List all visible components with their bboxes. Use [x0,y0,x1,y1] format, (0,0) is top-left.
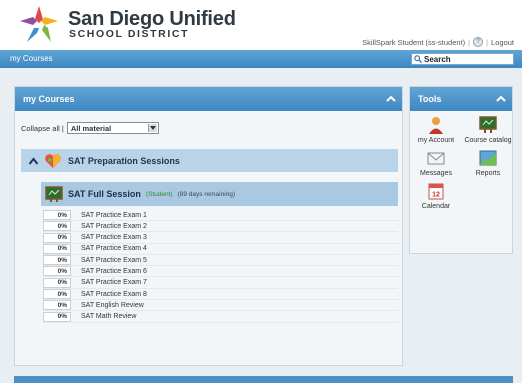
tool-label: Calendar [421,203,451,210]
progress-percent: 0% [43,210,71,220]
footer-bar [14,376,513,383]
item-name[interactable]: SAT Practice Exam 6 [81,268,147,275]
filter-row: Collapse all | All material [21,122,159,134]
divider: | [486,37,489,47]
list-item[interactable]: 0% SAT English Review [43,300,398,312]
list-item[interactable]: 0% SAT Math Review [43,311,398,323]
course-group-name: SAT Preparation Sessions [68,155,180,166]
collapse-chevron-up-icon[interactable] [496,94,506,104]
tool-label: my Account [417,137,455,144]
progress-percent: 0% [43,311,71,322]
progress-percent: 0% [43,277,71,288]
tools-grid: my Account Course catalog Messages Repor… [410,115,514,210]
user-name[interactable]: SkillSpark Student (ss-student) [362,38,465,47]
courses-panel: my Courses Collapse all | All material S… [14,86,403,366]
item-name[interactable]: SAT Practice Exam 3 [81,234,147,241]
courses-panel-header: my Courses [15,87,402,111]
divider: | [468,37,471,47]
chevron-down-icon [147,124,157,132]
progress-percent: 0% [43,266,71,277]
item-name[interactable]: SAT Practice Exam 8 [81,291,147,298]
progress-percent: 0% [43,221,71,232]
search-input[interactable]: Search [411,53,514,65]
progress-percent: 0% [43,289,71,300]
tool-label: Reports [475,170,501,177]
district-logo-icon [20,6,58,42]
brand-subtitle: SCHOOL DISTRICT [69,28,190,40]
list-item[interactable]: 0% SAT Practice Exam 1 [43,210,398,221]
progress-percent: 0% [43,243,71,254]
tool-reports[interactable]: Reports [462,148,514,177]
tool-label: Course catalog [464,137,512,144]
item-name[interactable]: SAT English Review [81,302,144,309]
course-group-row[interactable]: SAT Preparation Sessions [21,149,398,172]
svg-text:12: 12 [432,192,440,199]
progress-percent: 0% [43,255,71,266]
list-item[interactable]: 0% SAT Practice Exam 6 [43,266,398,278]
collapse-chevron-up-icon[interactable] [386,94,396,104]
tool-label: Messages [420,170,452,177]
progress-percent: 0% [43,232,71,243]
heart-group-icon [45,153,61,168]
material-filter-value: All material [70,123,112,133]
user-area: SkillSpark Student (ss-student) | ? | Lo… [362,37,514,47]
course-row[interactable]: SAT Full Session (Student) (89 days rema… [41,182,398,206]
search-label: Search [424,54,451,64]
search-icon [414,55,422,63]
account-icon [429,117,443,134]
course-items-list: 0% SAT Practice Exam 1 0% SAT Practice Exa… [43,210,398,323]
help-icon[interactable]: ? [473,37,484,47]
list-item[interactable]: 0% SAT Practice Exam 3 [43,232,398,244]
list-item[interactable]: 0% SAT Practice Exam 2 [43,221,398,233]
course-role-badge: (Student) [145,190,173,198]
catalog-icon [479,116,497,133]
course-remaining: (89 days remaining) [177,190,236,198]
tools-panel-title: Tools [418,94,442,104]
calendar-icon: 12 [428,183,444,200]
logout-link[interactable]: Logout [491,38,514,47]
envelope-icon [427,152,445,165]
item-name[interactable]: SAT Practice Exam 4 [81,245,147,252]
material-filter-select[interactable]: All material [66,122,159,134]
item-name[interactable]: SAT Practice Exam 7 [81,279,147,286]
tool-calendar[interactable]: 12 Calendar [410,181,462,210]
list-item[interactable]: 0% SAT Practice Exam 7 [43,277,398,289]
chevron-up-icon[interactable] [29,156,38,165]
list-item[interactable]: 0% SAT Practice Exam 4 [43,243,398,255]
collapse-all-link[interactable]: Collapse all | [21,124,64,133]
courses-panel-title: my Courses [23,94,75,104]
course-board-icon [45,185,63,202]
course-name[interactable]: SAT Full Session [68,189,141,199]
progress-percent: 0% [43,300,71,311]
nav-bar: my Courses Search [0,50,522,68]
item-name[interactable]: SAT Practice Exam 5 [81,257,147,264]
site-header: San Diego Unified SCHOOL DISTRICT SkillS… [0,0,522,50]
list-item[interactable]: 0% SAT Practice Exam 8 [43,289,398,301]
tools-panel-header: Tools [410,87,512,111]
list-item[interactable]: 0% SAT Practice Exam 5 [43,255,398,267]
tool-messages[interactable]: Messages [410,148,462,177]
item-name[interactable]: SAT Practice Exam 2 [81,223,147,230]
tool-course-catalog[interactable]: Course catalog [462,115,514,144]
nav-my-courses[interactable]: my Courses [10,54,53,63]
item-name[interactable]: SAT Math Review [81,313,136,320]
tools-panel: Tools my Account Course catalog Messages… [409,86,513,254]
tool-my-account[interactable]: my Account [410,115,462,144]
chart-icon [479,150,497,166]
item-name[interactable]: SAT Practice Exam 1 [81,212,147,219]
